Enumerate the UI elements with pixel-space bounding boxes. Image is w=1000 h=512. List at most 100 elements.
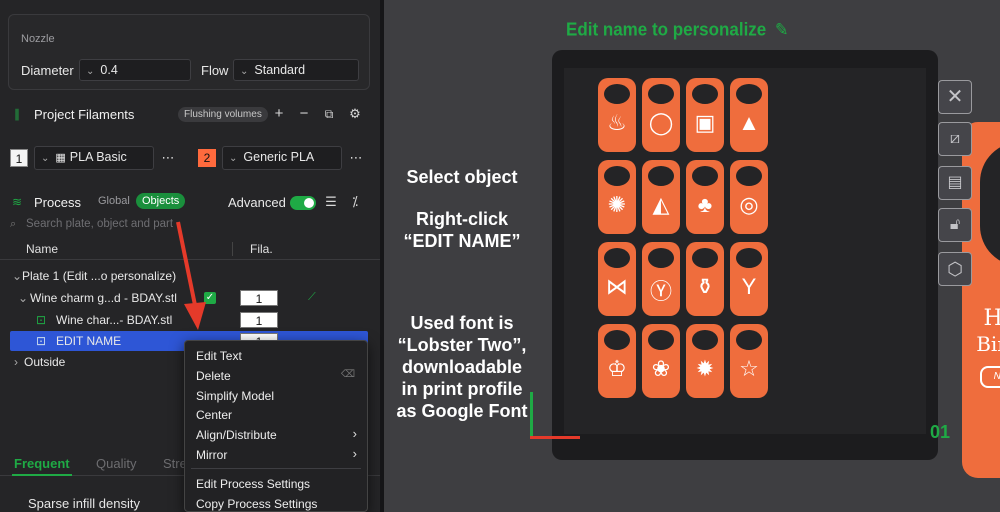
col-fila: Fila.: [250, 242, 273, 256]
font-note-line3: downloadable: [401, 357, 522, 377]
chevron-down-icon: ⌄: [41, 153, 50, 164]
bow-icon: ⋈: [606, 274, 628, 299]
instruction-select-object: Select object: [406, 167, 518, 187]
chevron-down-icon: ⌄: [12, 269, 23, 283]
part-label: Wine char...- BDAY.stl: [56, 313, 173, 327]
object-label: Wine charm g...d - BDAY.stl: [30, 291, 177, 305]
charm-tile[interactable]: Y: [730, 242, 768, 316]
context-menu: Edit Text Delete ⌫ Simplify Model Center…: [184, 340, 368, 512]
charm-tile[interactable]: ✺: [598, 160, 636, 234]
x-axis-icon: [530, 436, 580, 439]
filament-box[interactable]: 1: [240, 290, 278, 306]
auto-orient-icon[interactable]: ⧄: [938, 122, 972, 156]
filaments-header: ∥ Project Filaments Flushing volumes + −…: [0, 100, 380, 130]
tab-quality[interactable]: Quality: [96, 456, 136, 471]
diameter-value: 0.4: [100, 63, 118, 77]
compare-icon[interactable]: ⁒: [346, 193, 364, 211]
filament-index-2: 2: [198, 149, 216, 167]
charm-tile[interactable]: ⚱: [686, 242, 724, 316]
y-axis-icon: [530, 392, 533, 438]
remove-filament-icon[interactable]: −: [295, 105, 313, 123]
filament-box[interactable]: 1: [240, 312, 278, 328]
sync-filament-icon[interactable]: ⧉: [320, 105, 338, 123]
chevron-right-icon: ›: [352, 446, 357, 461]
menu-mirror[interactable]: Mirror: [196, 448, 227, 462]
menu-edit-text[interactable]: Edit Text: [196, 349, 242, 363]
charm-tile[interactable]: Ⓨ: [642, 242, 680, 316]
build-plate[interactable]: ♨ ◯ ▣ ▲ ✺ ◭ ♣ ◎ ⋈ Ⓨ ⚱ Y ♔ ❀ ✹ ☆ Happy Bi…: [552, 50, 1000, 478]
font-note: Used font is “Lobster Two”, downloadable…: [386, 312, 538, 422]
more-icon[interactable]: ⋯: [159, 149, 177, 167]
hexagon-icon[interactable]: ⬡: [938, 252, 972, 286]
more-icon[interactable]: ⋯: [347, 149, 365, 167]
menu-simplify-model[interactable]: Simplify Model: [196, 389, 274, 403]
charm-tile[interactable]: ☆: [730, 324, 768, 398]
charm-tile[interactable]: ♨: [598, 78, 636, 152]
sparse-infill-label: Sparse infill density: [28, 496, 140, 511]
charm-tile[interactable]: ◯: [642, 78, 680, 152]
col-name: Name: [26, 242, 59, 256]
chevron-down-icon: ⌄: [229, 153, 238, 164]
font-note-line1: Used font is: [410, 313, 514, 333]
charm-tile[interactable]: ◎: [730, 160, 768, 234]
edit-name-text-object[interactable]: Nicastname: [980, 366, 1000, 388]
search-placeholder: Search plate, object and part: [26, 218, 174, 230]
advanced-toggle[interactable]: [290, 196, 316, 210]
tab-global[interactable]: Global: [98, 195, 130, 207]
chevron-right-icon: ›: [14, 355, 18, 369]
add-filament-icon[interactable]: +: [270, 105, 288, 123]
charm-tile[interactable]: ♔: [598, 324, 636, 398]
cocktail-icon: Y: [741, 274, 757, 299]
annotation-arrow-icon: [176, 221, 206, 330]
flushing-volumes-button[interactable]: Flushing volumes: [178, 107, 268, 122]
charm-tile[interactable]: ♣: [686, 160, 724, 234]
chevron-down-icon: ⌄: [86, 66, 95, 77]
gift-icon: ▣: [694, 110, 716, 135]
flow-select[interactable]: ⌄ Standard: [233, 59, 359, 81]
process-header: ≋ Process Global Objects Advanced ☰ ⁒: [0, 188, 380, 218]
diameter-select[interactable]: ⌄ 0.4: [79, 59, 191, 81]
pencil-icon: ✎: [775, 21, 789, 40]
lock-icon[interactable]: 🔓︎: [938, 208, 972, 242]
edit-name-label: EDIT NAME: [56, 334, 122, 348]
tab-frequent[interactable]: Frequent: [14, 456, 70, 471]
menu-edit-process-settings[interactable]: Edit Process Settings: [196, 477, 310, 491]
filament-select-1[interactable]: ⌄ ▦ PLA Basic: [34, 146, 154, 170]
happy-text: Happy: [983, 306, 1000, 331]
filament-select-2[interactable]: ⌄ Generic PLA: [222, 146, 342, 170]
gear-icon[interactable]: ⚙: [346, 105, 364, 123]
nozzle-section: Nozzle Diameter ⌄ 0.4 Flow ⌄ Standard: [8, 14, 370, 90]
menu-separator: [191, 468, 361, 469]
tab-objects[interactable]: Objects: [136, 193, 186, 209]
instruction-right-click-line1: Right-click: [415, 209, 508, 229]
menu-copy-process-settings[interactable]: Copy Process Settings: [196, 497, 317, 511]
edit-name-title: Edit name to personalize ✎: [566, 19, 788, 41]
charm-tile[interactable]: ⋈: [598, 242, 636, 316]
menu-align-distribute[interactable]: Align/Distribute: [196, 428, 277, 442]
plate-label: Plate 1 (Edit ...o personalize): [22, 269, 177, 283]
cupcake-icon: ♣: [697, 192, 713, 217]
part-icon: ⊡: [36, 313, 47, 327]
filaments-title: Project Filaments: [34, 107, 135, 122]
birthday-text: Birthday: [976, 332, 1000, 356]
confetti-icon: ✺: [607, 192, 627, 217]
menu-delete[interactable]: Delete: [196, 369, 231, 383]
layers-icon: ≋: [11, 195, 23, 209]
support-paint-icon[interactable]: ⟋: [308, 291, 316, 304]
party-hat-icon: ▲: [738, 110, 760, 135]
list-icon[interactable]: ☰: [322, 193, 340, 211]
charm-tile[interactable]: ▣: [686, 78, 724, 152]
hanger-hole: [980, 142, 1000, 266]
bottle-icon: ⚱: [695, 274, 715, 299]
arrange-icon[interactable]: ▤: [938, 166, 972, 200]
font-note-line2: “Lobster Two”,: [397, 335, 527, 355]
menu-center[interactable]: Center: [196, 408, 232, 422]
charm-tile[interactable]: ❀: [642, 324, 680, 398]
charm-tile[interactable]: ✹: [686, 324, 724, 398]
charm-tile[interactable]: ▲: [730, 78, 768, 152]
charm-tile[interactable]: ◭: [642, 160, 680, 234]
3d-viewport[interactable]: Edit name to personalize ✎ ♨ ◯ ▣ ▲ ✺ ◭ ♣…: [384, 0, 1000, 512]
chevron-down-icon: ⌄: [240, 66, 249, 77]
close-icon[interactable]: ✕: [938, 80, 972, 114]
chevron-right-icon: ›: [352, 426, 357, 441]
